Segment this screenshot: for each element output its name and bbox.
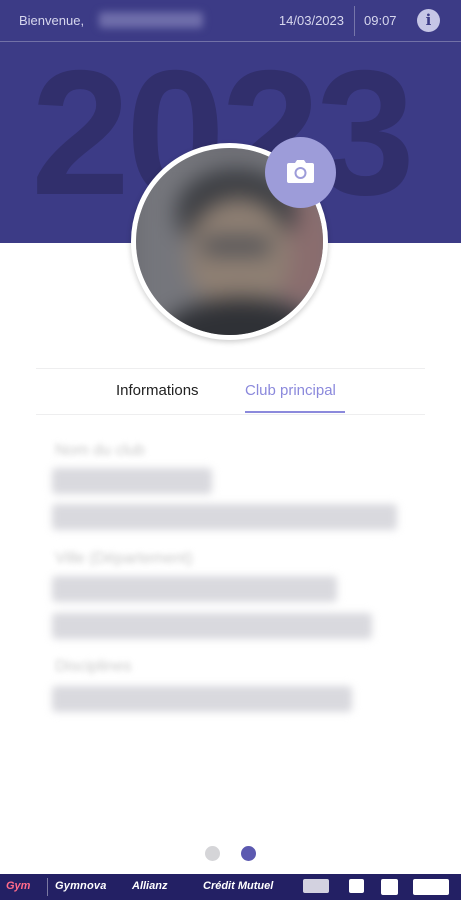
tabs-top-divider <box>36 368 425 369</box>
club-name-value-redacted-line2 <box>52 504 397 530</box>
pager-dot-1[interactable] <box>205 846 220 861</box>
club-details: Nom du club Ville (Département) Discipli… <box>0 420 461 820</box>
camera-icon <box>287 160 314 183</box>
city-value-redacted-line2 <box>52 613 372 639</box>
current-time: 09:07 <box>364 13 397 28</box>
info-icon[interactable]: i <box>417 9 440 32</box>
tab-club-principal[interactable]: Club principal <box>245 382 336 399</box>
pager-dot-2[interactable] <box>241 846 256 861</box>
sponsor-bar: Gym Gymnova Allianz Crédit Mutuel <box>0 874 461 900</box>
header-divider <box>354 6 355 36</box>
welcome-text: Bienvenue, <box>19 13 85 28</box>
tabs-bottom-divider <box>36 414 425 415</box>
sponsor-divider <box>47 878 48 896</box>
sponsor-gymnova-logo: Gymnova <box>55 880 107 892</box>
active-tab-indicator <box>245 411 345 413</box>
city-label: Ville (Département) <box>55 550 193 567</box>
disciplines-label: Disciplines <box>55 658 132 675</box>
sponsor-credit-mutuel-logo: Crédit Mutuel <box>203 880 274 892</box>
user-name-redacted <box>99 12 203 28</box>
top-bar: Bienvenue, 14/03/2023 09:07 i <box>0 0 461 42</box>
club-name-label: Nom du club <box>55 442 145 459</box>
sponsor-logo-5 <box>303 879 329 893</box>
sponsor-allianz-logo: Allianz <box>132 880 168 892</box>
sponsor-logo-7 <box>381 879 398 895</box>
city-value-redacted <box>52 576 337 602</box>
tab-informations[interactable]: Informations <box>116 382 199 399</box>
sponsor-gym-logo: Gym <box>6 880 31 892</box>
sponsor-logo-8 <box>413 879 449 895</box>
disciplines-value-redacted <box>52 686 352 712</box>
club-name-value-redacted <box>52 468 212 494</box>
current-date: 14/03/2023 <box>278 13 344 28</box>
sponsor-logo-6 <box>349 879 364 893</box>
change-photo-button[interactable] <box>265 137 336 208</box>
